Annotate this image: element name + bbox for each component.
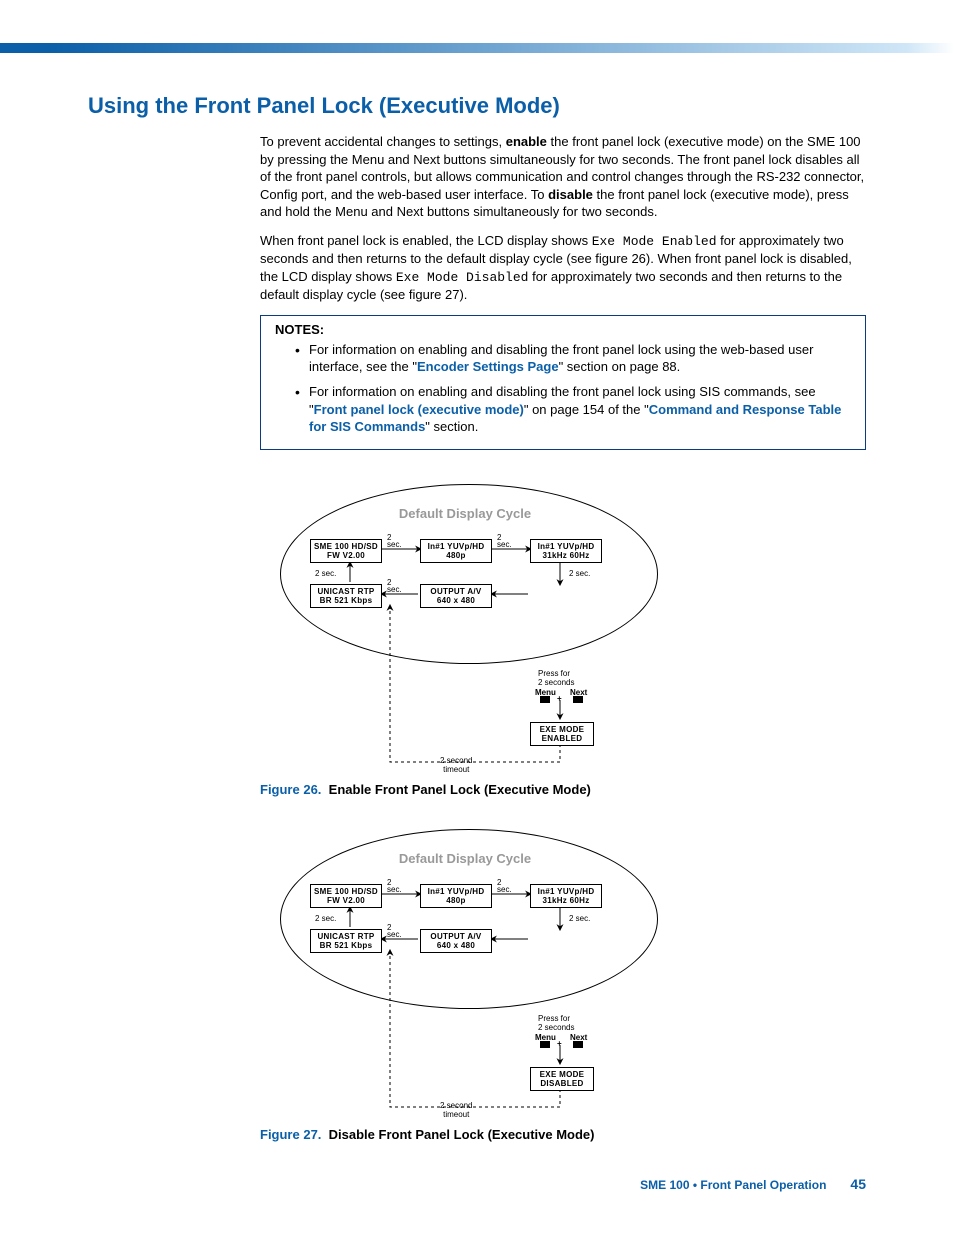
label-2sec: 2sec. [497,534,512,548]
page-footer: SME 100 • Front Panel Operation 45 [0,1176,954,1222]
label-2sec: 2 sec. [569,914,590,923]
paragraph-2: When front panel lock is enabled, the LC… [260,232,866,304]
note-1: For information on enabling and disablin… [295,341,851,376]
label-2sec: 2sec. [387,534,402,548]
note-2: For information on enabling and disablin… [295,383,851,436]
lcd-box-input-31khz: In#1 YUVp/HD31kHz 60Hz [530,539,602,563]
footer-breadcrumb: SME 100 • Front Panel Operation [640,1178,826,1192]
label-2sec: 2sec. [387,924,402,938]
label-2sec: 2sec. [387,579,402,593]
label-2sec: 2sec. [387,879,402,893]
menu-button-icon [540,695,550,704]
next-button-icon [573,695,583,704]
lcd-box-output: OUTPUT A/V640 x 480 [420,929,492,953]
lcd-box-input-480p: In#1 YUVp/HD480p [420,884,492,908]
paragraph-1: To prevent accidental changes to setting… [260,133,866,221]
label-press-for: Press for 2 seconds [538,669,574,687]
lcd-box-exe-disabled: EXE MODEDISABLED [530,1067,594,1091]
label-timeout: 2 second timeout [440,756,472,774]
figure-26-diagram: Default Display Cycle SME 100 HD/SDFW V2… [260,466,670,776]
label-2sec: 2sec. [497,879,512,893]
notes-box: NOTES: For information on enabling and d… [260,315,866,450]
label-timeout: 2 second timeout [440,1101,472,1119]
menu-button-icon [540,1040,550,1049]
cycle-title: Default Display Cycle [260,851,670,866]
lcd-box-output: OUTPUT A/V640 x 480 [420,584,492,608]
plus-icon: + [557,1039,562,1048]
figure-27-caption: Figure 27. Disable Front Panel Lock (Exe… [260,1127,866,1142]
label-2sec: 2 sec. [315,914,336,923]
link-encoder-settings[interactable]: Encoder Settings Page [417,359,559,374]
cycle-title: Default Display Cycle [260,506,670,521]
lcd-box-firmware: SME 100 HD/SDFW V2.00 [310,539,382,563]
label-2sec: 2 sec. [315,569,336,578]
notes-title: NOTES: [275,322,851,337]
label-2sec: 2 sec. [569,569,590,578]
header-rule [0,43,954,53]
figure-26-caption: Figure 26. Enable Front Panel Lock (Exec… [260,782,866,797]
figure-27-diagram: Default Display Cycle SME 100 HD/SDFW V2… [260,811,670,1121]
lcd-box-input-480p: In#1 YUVp/HD480p [420,539,492,563]
lcd-box-input-31khz: In#1 YUVp/HD31kHz 60Hz [530,884,602,908]
page-number: 45 [850,1176,866,1192]
lcd-box-firmware: SME 100 HD/SDFW V2.00 [310,884,382,908]
lcd-box-unicast: UNICAST RTPBR 521 Kbps [310,929,382,953]
next-button-icon [573,1040,583,1049]
plus-icon: + [557,694,562,703]
link-front-panel-lock[interactable]: Front panel lock (executive mode) [314,402,524,417]
page-heading: Using the Front Panel Lock (Executive Mo… [88,93,866,119]
label-press-for: Press for 2 seconds [538,1014,574,1032]
lcd-box-exe-enabled: EXE MODEENABLED [530,722,594,746]
lcd-box-unicast: UNICAST RTPBR 521 Kbps [310,584,382,608]
